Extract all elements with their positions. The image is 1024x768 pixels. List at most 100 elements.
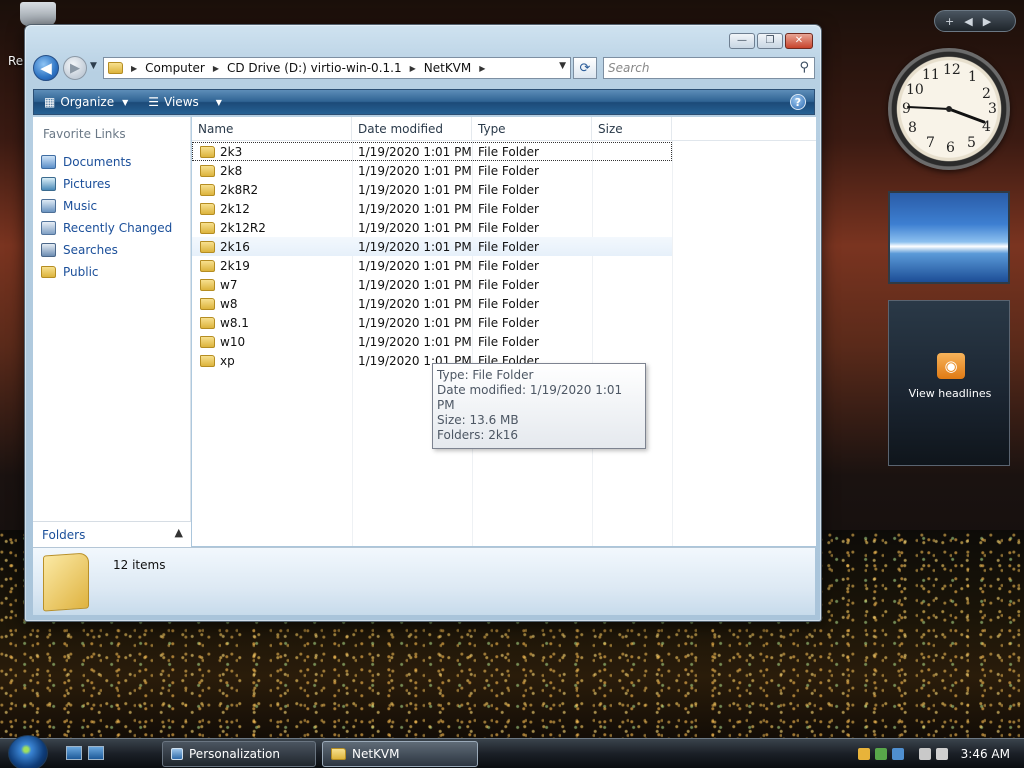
explorer-window: — ❐ ✕ ◀ ▶ ▼ ▶ Computer ▶ CD Drive (D:) v… <box>24 24 822 622</box>
clock-gadget[interactable]: 12 1 2 3 4 5 6 7 8 9 10 11 <box>888 48 1010 170</box>
previous-gadget-button[interactable]: ◀ <box>964 15 972 28</box>
address-bar[interactable]: ▶ Computer ▶ CD Drive (D:) virtio-win-0.… <box>103 57 571 79</box>
sidebar-controls: + ◀ ▶ <box>934 10 1016 32</box>
row-date: 1/19/2020 1:01 PM <box>358 182 472 197</box>
table-row[interactable]: 2k19 1/19/2020 1:01 PM File Folder <box>192 256 672 275</box>
security-shield-icon[interactable] <box>857 748 870 760</box>
folder-tooltip: Type: File Folder Date modified: 1/19/20… <box>432 363 646 449</box>
column-header-type[interactable]: Type <box>472 117 592 141</box>
favorite-link-documents[interactable]: Documents <box>39 151 189 173</box>
back-button[interactable]: ◀ <box>33 55 59 81</box>
feed-headlines-gadget[interactable]: ◉ View headlines <box>888 300 1010 466</box>
favorite-link-public[interactable]: Public <box>39 261 189 283</box>
row-name: 2k16 <box>220 239 250 254</box>
windows-update-icon[interactable] <box>874 748 887 760</box>
next-gadget-button[interactable]: ▶ <box>983 15 991 28</box>
column-header-date-modified[interactable]: Date modified <box>352 117 472 141</box>
column-size-label: Size <box>598 122 623 136</box>
row-name: xp <box>220 353 235 368</box>
table-row[interactable]: 2k3 1/19/2020 1:01 PM File Folder <box>192 142 672 161</box>
chevron-right-icon[interactable]: ▶ <box>131 64 137 73</box>
recent-pages-dropdown[interactable]: ▼ <box>90 61 97 71</box>
row-name: 2k8 <box>220 163 243 178</box>
favorite-link-pictures[interactable]: Pictures <box>39 173 189 195</box>
table-row[interactable]: 2k16 1/19/2020 1:01 PM File Folder <box>192 237 672 256</box>
breadcrumb-computer[interactable]: Computer <box>145 61 205 75</box>
folders-toggle[interactable]: Folders ▲ <box>33 521 191 547</box>
row-type: File Folder <box>478 220 539 235</box>
caption-buttons: — ❐ ✕ <box>729 33 813 49</box>
address-dropdown-icon[interactable]: ▼ <box>559 61 566 71</box>
tooltip-type: Type: File Folder <box>437 368 534 382</box>
table-row[interactable]: w7 1/19/2020 1:01 PM File Folder <box>192 275 672 294</box>
slideshow-gadget[interactable] <box>888 191 1010 284</box>
minimize-button[interactable]: — <box>729 33 755 49</box>
folder-icon <box>108 62 123 74</box>
table-row[interactable]: 2k12R2 1/19/2020 1:01 PM File Folder <box>192 218 672 237</box>
maximize-button[interactable]: ❐ <box>757 33 783 49</box>
row-name: 2k12R2 <box>220 220 266 235</box>
row-date: 1/19/2020 1:01 PM <box>358 201 472 216</box>
row-date: 1/19/2020 1:01 PM <box>358 277 472 292</box>
favorite-link-recently-changed[interactable]: Recently Changed <box>39 217 189 239</box>
start-button[interactable] <box>8 735 48 768</box>
volume-muted-icon[interactable] <box>935 748 948 760</box>
folders-label: Folders <box>42 527 86 542</box>
row-date: 1/19/2020 1:01 PM <box>358 220 472 235</box>
show-desktop-icon[interactable] <box>66 746 82 760</box>
favorite-link-label: Public <box>63 265 99 279</box>
row-name: 2k3 <box>220 144 243 159</box>
row-date: 1/19/2020 1:01 PM <box>358 296 472 311</box>
help-icon[interactable]: ? <box>790 94 806 110</box>
taskbar: Personalization NetKVM 3:46 AM <box>0 735 1024 768</box>
table-row[interactable]: w10 1/19/2020 1:01 PM File Folder <box>192 332 672 351</box>
search-input[interactable] <box>608 61 788 75</box>
tooltip-folders: Folders: 2k16 <box>437 428 519 442</box>
search-icon[interactable]: ⚲ <box>799 60 809 75</box>
recycle-bin-icon[interactable] <box>20 2 56 26</box>
row-name: w7 <box>220 277 238 292</box>
refresh-button[interactable]: ⟳ <box>573 57 597 79</box>
details-pane: 12 items <box>33 547 815 615</box>
search-box[interactable]: ⚲ <box>603 57 815 79</box>
chevron-right-icon[interactable]: ▶ <box>479 64 485 73</box>
column-header-size[interactable]: Size <box>592 117 672 141</box>
folder-icon <box>200 202 215 215</box>
row-date: 1/19/2020 1:01 PM <box>358 163 472 178</box>
row-type: File Folder <box>478 182 539 197</box>
taskbar-button-netkvm[interactable]: NetKVM <box>322 741 478 767</box>
clock-time[interactable]: 3:46 AM <box>961 747 1010 761</box>
views-button[interactable]: ☰ Views ▼ <box>138 90 232 114</box>
table-row[interactable]: w8.1 1/19/2020 1:01 PM File Folder <box>192 313 672 332</box>
table-row[interactable]: 2k8 1/19/2020 1:01 PM File Folder <box>192 161 672 180</box>
command-bar: ▦ Organize ▼ ☰ Views ▼ ? <box>33 89 815 115</box>
folder-icon <box>331 748 346 760</box>
chevron-right-icon[interactable]: ▶ <box>410 64 416 73</box>
row-date: 1/19/2020 1:01 PM <box>358 258 472 273</box>
forward-button[interactable]: ▶ <box>63 56 87 80</box>
organize-button[interactable]: ▦ Organize ▼ <box>34 90 138 114</box>
add-gadget-button[interactable]: + <box>945 15 954 28</box>
column-header-name[interactable]: Name <box>192 117 352 141</box>
row-type: File Folder <box>478 144 539 159</box>
folder-icon <box>200 354 215 367</box>
folder-icon <box>200 240 215 253</box>
view-headlines-link[interactable]: View headlines <box>889 387 1011 400</box>
switch-windows-icon[interactable] <box>88 746 104 760</box>
table-row[interactable]: w8 1/19/2020 1:01 PM File Folder <box>192 294 672 313</box>
breadcrumb-cd-drive[interactable]: CD Drive (D:) virtio-win-0.1.1 <box>227 61 402 75</box>
table-row[interactable]: 2k8R2 1/19/2020 1:01 PM File Folder <box>192 180 672 199</box>
breadcrumb-netkvm[interactable]: NetKVM <box>424 61 472 75</box>
favorite-link-searches[interactable]: Searches <box>39 239 189 261</box>
network-icon[interactable] <box>891 748 904 760</box>
network-disconnected-icon[interactable] <box>918 748 931 760</box>
table-row[interactable]: 2k12 1/19/2020 1:01 PM File Folder <box>192 199 672 218</box>
chevron-right-icon[interactable]: ▶ <box>213 64 219 73</box>
pictures-icon <box>41 177 56 191</box>
favorite-link-music[interactable]: Music <box>39 195 189 217</box>
taskbar-button-personalization[interactable]: Personalization <box>162 741 316 767</box>
row-date: 1/19/2020 1:01 PM <box>358 334 472 349</box>
favorite-links-title: Favorite Links <box>43 127 126 141</box>
close-button[interactable]: ✕ <box>785 33 813 49</box>
row-type: File Folder <box>478 239 539 254</box>
